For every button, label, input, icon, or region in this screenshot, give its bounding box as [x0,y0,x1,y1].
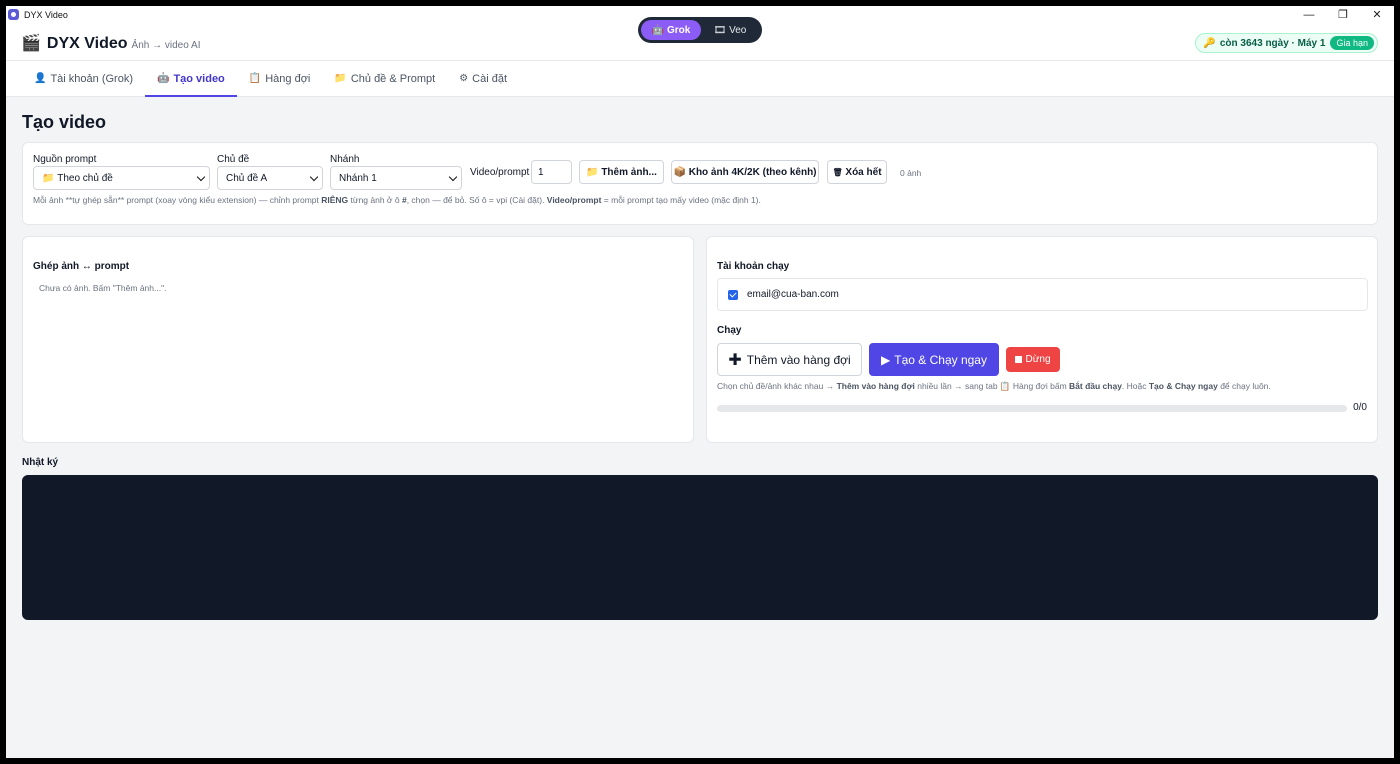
log-title: Nhật ký [22,457,59,468]
run-card: Tài khoản chạy email@cua-ban.com Chạy ✚ T… [706,236,1378,443]
run-title: Chạy [717,325,742,336]
plus-icon: ✚ [728,351,742,369]
key-icon: 🔑 [1203,37,1216,49]
image-count: 0 ảnh [900,168,922,178]
app-icon [8,9,19,20]
prompt-source-select[interactable]: 📁 Theo chủ đề [33,166,210,190]
box-icon: 📦 [673,166,686,178]
app-tagline: Ảnh → video AI [131,40,201,51]
config-card: Nguồn prompt 📁 Theo chủ đề Chủ đề Chủ đề… [22,142,1378,225]
page-title: Tạo video [22,112,107,132]
renew-button[interactable]: Gia hạn [1330,36,1374,50]
pairing-empty-text: Chưa có ảnh. Bấm "Thêm ảnh...". [39,283,167,293]
folder-icon: 📁 [334,73,347,84]
image-library-button[interactable]: 📦 Kho ảnh 4K/2K (theo kênh) [671,160,819,184]
trash-icon: 🗑 [832,167,843,177]
app-name: DYX Video [46,35,128,52]
minimize-button[interactable]: — [1292,6,1326,23]
branch-label: Nhánh [330,154,360,165]
create-and-run-button[interactable]: ▶ Tạo & Chạy ngay [869,343,999,376]
main-tabs: 👤 Tài khoản (Grok) 🤖 Tạo video 📋 Hàng đợi 📁… [6,61,1394,97]
account-email: email@cua-ban.com [747,289,839,300]
topic-select[interactable]: Chủ đề A [217,166,323,190]
app-window: DYX Video — ❐ ✕ 🎬 DYX Video Ảnh → video … [6,6,1394,758]
add-images-button[interactable]: 📁 Thêm ảnh... [579,160,664,184]
tab-create-video[interactable]: 🤖 Tạo video [144,61,237,97]
pairing-title: Ghép ảnh ↔ prompt [33,261,130,272]
account-checkbox[interactable] [728,289,738,300]
window-title: DYX Video [24,9,68,20]
prompt-source-label: Nguồn prompt [33,154,97,165]
accounts-title: Tài khoản chạy [717,261,790,272]
stop-button[interactable]: Dừng [1006,347,1060,372]
video-per-prompt-input[interactable]: 1 [531,160,572,184]
pairing-card: Ghép ảnh ↔ prompt Chưa có ảnh. Bấm "Thêm… [22,236,694,443]
progress-text: 0/0 [1353,402,1367,413]
config-hint: Mỗi ảnh **tự ghép sẵn** prompt (xoay vòn… [33,195,761,205]
engine-option-veo[interactable]: 🎞 Veo [701,20,759,40]
run-hint: Chọn chủ đề/ảnh khác nhau → Thêm vào hàn… [717,381,1271,391]
app-header: 🎬 DYX Video Ảnh → video AI 🤖 Grok 🎞 Veo … [6,17,1394,61]
folder-icon: 📁 [42,172,55,184]
maximize-button[interactable]: ❐ [1326,6,1360,23]
engine-option-grok[interactable]: 🤖 Grok [641,20,701,40]
tab-topics-prompts[interactable]: 📁 Chủ đề & Prompt [322,61,447,96]
clapperboard-icon: 🎬 [21,35,41,52]
user-icon: 👤 [34,73,47,84]
robot-icon: 🤖 [651,24,665,36]
tab-accounts[interactable]: 👤 Tài khoản (Grok) [22,61,145,96]
clipboard-icon: 📋 [248,73,262,84]
video-per-prompt-label: Video/prompt [470,167,530,178]
tab-settings[interactable]: ⚙ Cài đặt [447,61,519,96]
branch-select[interactable]: Nhánh 1 [330,166,462,190]
film-icon: 🎞 [713,24,727,36]
folder-icon: 📁 [586,166,599,178]
log-panel[interactable] [22,475,1378,620]
account-row[interactable]: email@cua-ban.com [717,278,1368,311]
license-badge: 🔑 còn 3643 ngày · Máy 1 Gia hạn [1195,33,1378,53]
engine-toggle: 🤖 Grok 🎞 Veo [638,17,762,43]
close-button[interactable]: ✕ [1360,6,1394,23]
license-text: còn 3643 ngày · Máy 1 [1219,37,1326,49]
clear-all-button[interactable]: 🗑 Xóa hết [827,160,887,184]
progress-bar [717,405,1347,412]
robot-icon: 🤖 [156,73,170,84]
topic-label: Chủ đề [217,154,250,165]
tab-queue[interactable]: 📋 Hàng đợi [237,61,323,96]
stop-icon [1015,356,1023,363]
add-to-queue-button[interactable]: ✚ Thêm vào hàng đợi [717,343,862,376]
gear-icon: ⚙ [459,73,469,84]
play-icon: ▶ [881,352,891,367]
